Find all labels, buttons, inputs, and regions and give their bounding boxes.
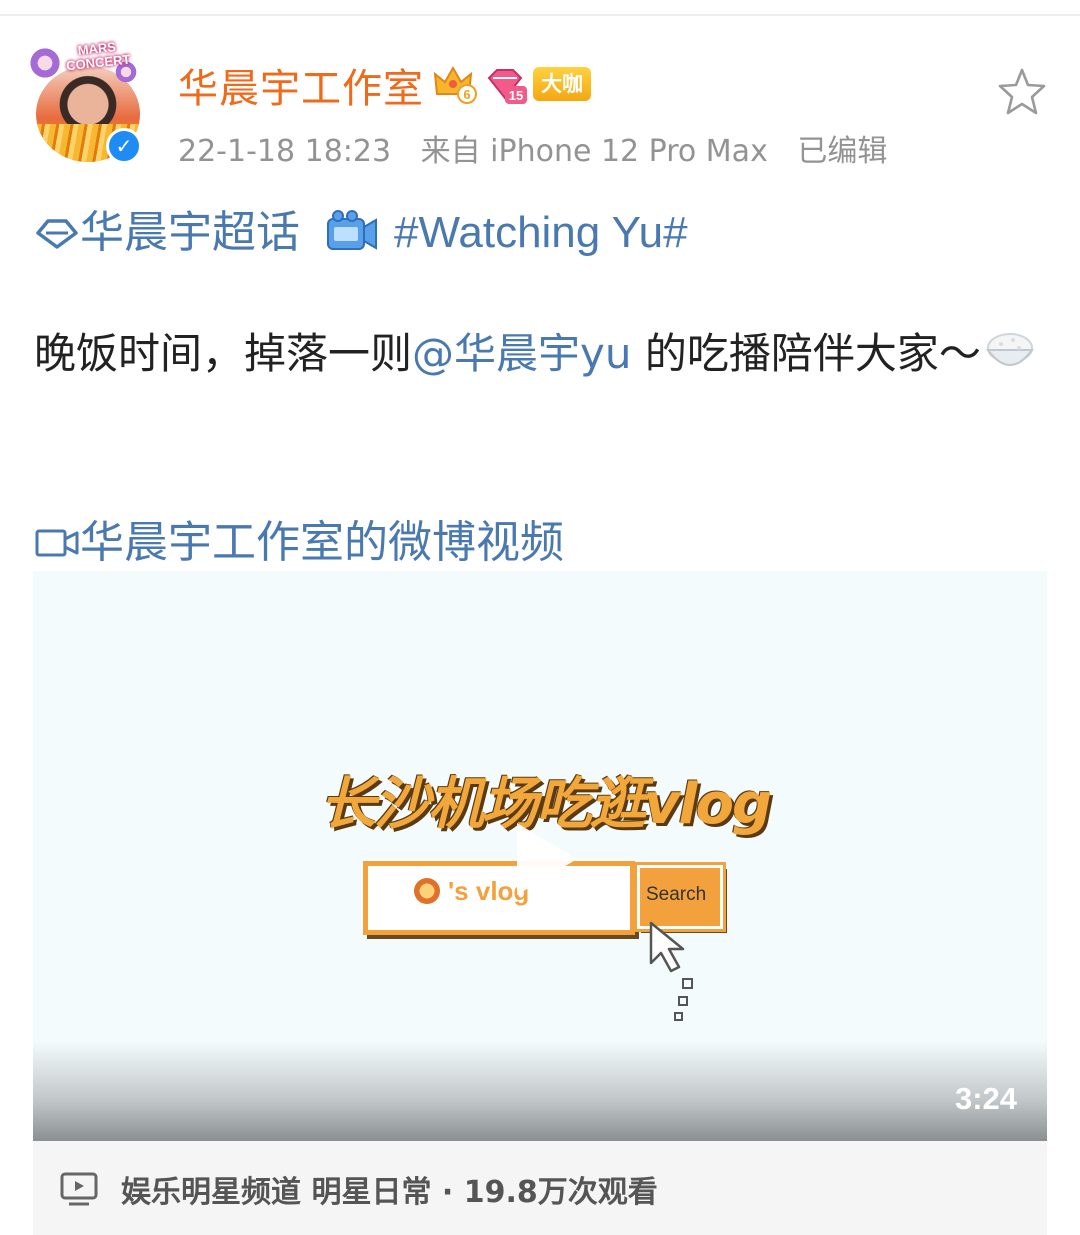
- source-device: 来自 iPhone 12 Pro Max: [420, 134, 768, 169]
- cursor-icon: [649, 921, 693, 1021]
- post-meta: 22-1-18 18:23 来自 iPhone 12 Pro Max 已编辑: [178, 126, 907, 170]
- search-button-label: Search: [646, 884, 707, 905]
- tv-icon: [60, 1172, 98, 1206]
- camera-outline-icon: [35, 529, 79, 557]
- post-text-part: 的吃播陪伴大家～: [631, 329, 981, 378]
- lion-icon: [414, 878, 440, 904]
- super-topic-link[interactable]: 华晨宇超话: [80, 207, 300, 258]
- play-icon[interactable]: [511, 819, 581, 899]
- video-duration: 3:24: [954, 1081, 1017, 1116]
- verified-icon: ✓: [106, 128, 142, 164]
- timestamp: 22-1-18 18:23: [178, 134, 392, 169]
- diamond-icon: [36, 219, 78, 249]
- top-divider: [0, 14, 1080, 16]
- video-channel-info: 娱乐明星频道 明星日常 · 19.8万次观看: [121, 1175, 658, 1210]
- video-search-box-graphic: 's vlog: [363, 861, 635, 935]
- video-info-bar[interactable]: 娱乐明星频道 明星日常 · 19.8万次观看: [33, 1141, 1047, 1235]
- post-text-part: 晚饭时间，掉落一则: [34, 329, 413, 378]
- avatar[interactable]: MARS CONCERT ✓: [28, 39, 148, 164]
- video-player[interactable]: 长沙机场吃逛vlog 's vlog Search 3:24: [33, 571, 1047, 1141]
- crown-level-number: 6: [463, 87, 470, 102]
- video-camera-icon: [327, 210, 377, 250]
- rice-bowl-icon: [985, 333, 1034, 366]
- video-source-link[interactable]: 华晨宇工作室的微博视频: [34, 506, 564, 570]
- vip-badge[interactable]: 大咖: [533, 67, 591, 101]
- diamond-level-number: 15: [509, 88, 523, 103]
- video-source-label: 华晨宇工作室的微博视频: [80, 517, 564, 568]
- diamond-level-icon[interactable]: 15: [483, 66, 527, 106]
- crown-level-icon[interactable]: 6: [433, 64, 477, 104]
- topic-line: 华晨宇超话 #Watching Yu#: [34, 196, 688, 258]
- mention-link[interactable]: @华晨宇yu: [412, 329, 631, 378]
- username[interactable]: 华晨宇工作室: [178, 56, 424, 114]
- hashtag-link[interactable]: #Watching Yu#: [394, 208, 688, 257]
- star-outline-icon[interactable]: [996, 66, 1048, 118]
- post-body: 晚饭时间，掉落一则@华晨宇yu 的吃播陪伴大家～: [34, 322, 1044, 386]
- edited-label[interactable]: 已编辑: [797, 134, 887, 169]
- video-bottom-gradient: [33, 1041, 1047, 1141]
